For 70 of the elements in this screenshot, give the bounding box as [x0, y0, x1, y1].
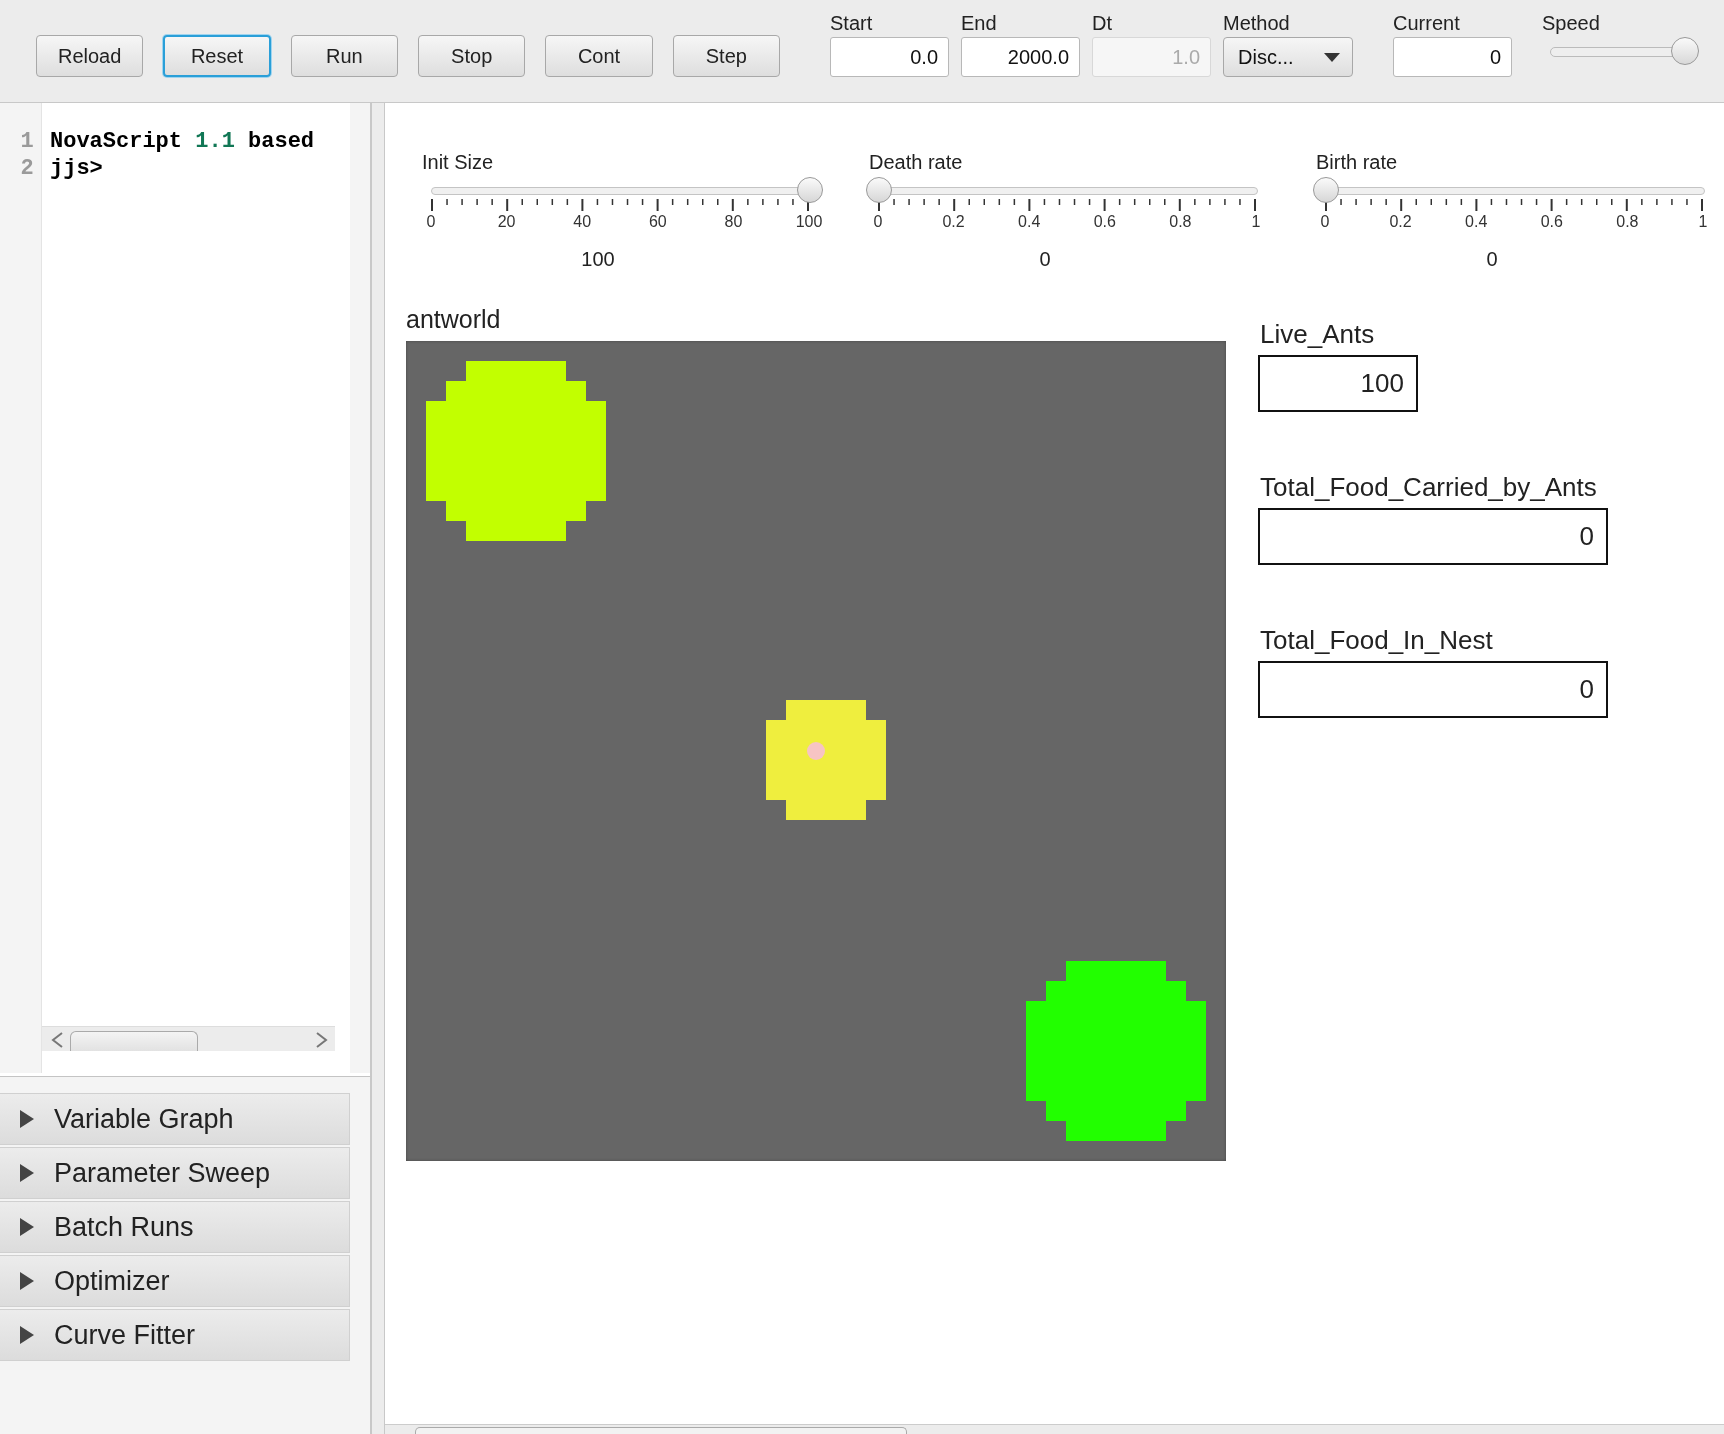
- field-label: End: [961, 11, 998, 36]
- horizontal-scrollbar[interactable]: [385, 1424, 1724, 1434]
- tick-label: 0: [426, 213, 436, 231]
- toolbar-button[interactable]: Reload: [36, 35, 144, 77]
- tick-label: 0: [1320, 213, 1330, 231]
- console-editor[interactable]: 1 2 NovaScript 1.1 based jjs>: [13, 103, 350, 1073]
- tick-label: 60: [648, 213, 667, 231]
- horizontal-scrollbar[interactable]: [42, 1026, 335, 1051]
- output-value: 100: [1258, 355, 1418, 412]
- code-line: NovaScript 1.1 based: [50, 129, 316, 156]
- tick-label: 0.6: [1093, 213, 1116, 231]
- number-field[interactable]: 0: [1393, 37, 1512, 77]
- accordion-header[interactable]: Parameter Sweep: [0, 1147, 350, 1199]
- tick-label: 0.8: [1616, 213, 1639, 231]
- toolbar-button[interactable]: Run: [290, 35, 399, 77]
- panel-title: Optimizer: [54, 1265, 170, 1297]
- caret-icon: [1324, 52, 1340, 62]
- tick-label: 1: [1251, 213, 1261, 231]
- tick-label: 0.2: [942, 213, 965, 231]
- number-field[interactable]: 2000.0: [961, 37, 1080, 77]
- slider-label: Init Size: [422, 151, 495, 175]
- accordion-header[interactable]: Variable Graph: [0, 1093, 350, 1145]
- slider-value: 0: [1486, 248, 1498, 271]
- method-dropdown[interactable]: Disc...: [1223, 37, 1353, 77]
- panel-title: Curve Fitter: [54, 1319, 196, 1351]
- line-number: 2: [19, 156, 35, 183]
- slider-value: 100: [581, 248, 615, 271]
- chevron-left-icon: [50, 1032, 64, 1048]
- number-field[interactable]: 0.0: [830, 37, 949, 77]
- panel-title: Parameter Sweep: [54, 1157, 271, 1189]
- output-label: Live_Ants: [1260, 319, 1376, 351]
- chevron-right-icon: [315, 1032, 329, 1048]
- accordion-header[interactable]: Batch Runs: [0, 1201, 350, 1253]
- toolbar-button[interactable]: Cont: [545, 35, 653, 77]
- tick-label: 1: [1698, 213, 1708, 231]
- accordion-header[interactable]: Optimizer: [0, 1255, 350, 1307]
- field-label: Current: [1393, 11, 1461, 36]
- tick-label: 0.4: [1465, 213, 1488, 231]
- slider-label: Birth rate: [1316, 151, 1399, 175]
- tick-label: 100: [795, 213, 823, 231]
- output-label: Total_Food_In_Nest: [1260, 625, 1494, 657]
- output-label: Total_Food_Carried_by_Ants: [1260, 472, 1598, 504]
- code-line: jjs>: [50, 156, 104, 183]
- field-label: Speed: [1542, 11, 1601, 36]
- toolbar-button[interactable]: Reset: [163, 35, 271, 77]
- world-title: antworld: [406, 305, 502, 335]
- field-label: Start: [830, 11, 874, 36]
- scroll-thumb[interactable]: [70, 1031, 198, 1051]
- panel-title: Variable Graph: [54, 1103, 234, 1135]
- slider-label: Death rate: [869, 151, 964, 175]
- scroll-thumb[interactable]: [415, 1427, 907, 1434]
- field-label: Dt: [1092, 11, 1113, 36]
- line-number: 1: [19, 129, 35, 156]
- field-label: Method: [1223, 11, 1291, 36]
- accordion-header[interactable]: Curve Fitter: [0, 1309, 350, 1361]
- output-value: 0: [1258, 661, 1608, 718]
- toolbar-button[interactable]: Stop: [418, 35, 526, 77]
- tick-label: 0: [873, 213, 883, 231]
- toolbar-button[interactable]: Step: [672, 35, 780, 77]
- tick-label: 0.2: [1389, 213, 1412, 231]
- tick-label: 20: [497, 213, 516, 231]
- tick-label: 40: [573, 213, 592, 231]
- ant-dot: [807, 742, 825, 760]
- tick-label: 0.4: [1018, 213, 1041, 231]
- panel-title: Batch Runs: [54, 1211, 194, 1243]
- tick-label: 0.6: [1540, 213, 1563, 231]
- output-value: 0: [1258, 508, 1608, 565]
- tick-label: 80: [724, 213, 743, 231]
- tick-label: 0.8: [1169, 213, 1192, 231]
- slider-value: 0: [1039, 248, 1051, 271]
